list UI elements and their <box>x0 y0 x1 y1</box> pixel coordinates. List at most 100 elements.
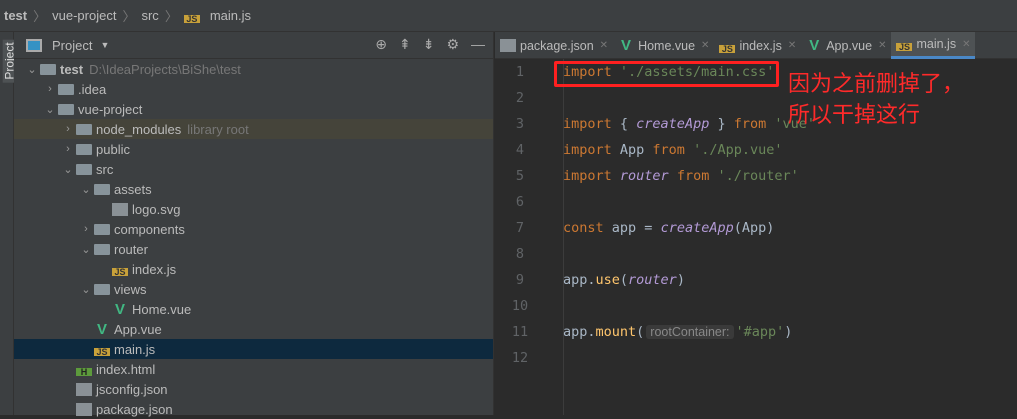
gear-icon[interactable]: ⚙ <box>446 36 459 53</box>
tree-item[interactable]: jsconfig.json <box>14 379 493 399</box>
code-token: ) <box>676 272 685 288</box>
minimize-icon[interactable]: — <box>471 36 485 53</box>
tab-index-js[interactable]: JS index.js ✕ <box>714 32 801 59</box>
tree-item[interactable]: ⌄ views <box>14 279 493 299</box>
project-view-selector[interactable]: Project <box>52 38 92 53</box>
code-line: 9 app.use(router) <box>495 267 1017 293</box>
tree-item-label: vue-project <box>78 101 143 117</box>
chevron-right-icon[interactable]: › <box>42 83 58 95</box>
tree-item[interactable]: logo.svg <box>14 199 493 219</box>
tree-item[interactable]: ⌄ vue-project <box>14 99 493 119</box>
html-file-icon: H <box>76 367 92 377</box>
tree-item-label: node_modules <box>96 121 182 137</box>
tree-item[interactable]: Hindex.html <box>14 359 493 379</box>
tool-window-bar: Project <box>0 32 17 415</box>
chevron-right-icon[interactable]: › <box>78 223 94 235</box>
tree-item-label: test <box>60 61 84 77</box>
project-tree: ⌄ test D:\IdeaProjects\BiShe\test › .idea ⌄ vu… <box>14 59 493 419</box>
tab-app-vue[interactable]: V App.vue ✕ <box>801 32 891 59</box>
tree-item[interactable]: JS main.js <box>14 339 493 359</box>
vue-file-icon: V <box>114 300 125 318</box>
tree-item[interactable]: ⌄ router <box>14 239 493 259</box>
js-file-icon: JS <box>719 44 736 54</box>
code-line: 8 <box>495 241 1017 267</box>
tree-item[interactable]: › node_modules library root <box>14 119 493 139</box>
tab-main-js[interactable]: JS main.js ✕ <box>891 32 976 59</box>
annotation-note: 因为之前删掉了， 所以干掉这行 <box>788 68 1013 130</box>
tree-item-label: views <box>114 281 147 297</box>
code-token: createApp <box>660 220 734 236</box>
code-line: 11 app.mount(rootContainer: '#app') <box>495 319 1017 345</box>
tree-item[interactable]: package.json <box>14 399 493 419</box>
code-text: import App from './App.vue' <box>563 142 782 158</box>
js-file-icon: JS <box>896 42 913 52</box>
editor-tabs: package.json ✕ V Home.vue ✕ JS index.js ✕ V App.v… <box>495 32 1017 59</box>
close-icon[interactable]: ✕ <box>600 40 608 51</box>
close-icon[interactable]: ✕ <box>878 40 886 51</box>
code-token: app = <box>611 220 661 236</box>
folder-icon <box>58 103 74 115</box>
tree-item[interactable]: › components <box>14 219 493 239</box>
tree-item-label: Home.vue <box>132 301 192 317</box>
code-token: App <box>619 142 653 158</box>
code-line: 4 import App from './App.vue' <box>495 137 1017 163</box>
tree-item-label: logo.svg <box>132 201 181 217</box>
tree-item[interactable]: ⌄ assets <box>14 179 493 199</box>
tree-item[interactable]: › .idea <box>14 79 493 99</box>
code-text: app.mount(rootContainer: '#app') <box>563 324 792 340</box>
folder-icon <box>94 183 110 195</box>
tree-item[interactable]: V App.vue <box>14 319 493 339</box>
expand-all-icon[interactable]: ⇞ <box>399 36 411 53</box>
breadcrumb-src[interactable]: src <box>141 8 158 23</box>
line-number: 11 <box>511 324 529 340</box>
code-text: import { createApp } from 'vue' <box>563 116 815 132</box>
close-icon[interactable]: ✕ <box>962 39 970 50</box>
chevron-down-icon[interactable]: ⌄ <box>78 283 94 296</box>
chevron-down-icon[interactable]: ⌄ <box>60 163 76 176</box>
project-panel-header: Project ▼ ⊕ ⇞ ⇟ ⚙ — <box>14 32 493 59</box>
code-token: import <box>563 116 620 132</box>
code-token: './router' <box>717 168 799 184</box>
chevron-right-icon[interactable]: › <box>60 143 76 155</box>
folder-icon <box>94 243 110 255</box>
file-icon <box>76 402 92 416</box>
code-token: use <box>595 272 620 288</box>
code-token: ) <box>784 324 793 340</box>
chevron-right-icon[interactable]: › <box>60 123 76 135</box>
project-view-icon <box>26 38 42 52</box>
chevron-down-icon[interactable]: ▼ <box>100 40 109 50</box>
code-line: 7 const app = createApp(App) <box>495 215 1017 241</box>
code-token: const <box>563 220 612 236</box>
chevron-down-icon[interactable]: ⌄ <box>78 243 94 256</box>
chevron-down-icon[interactable]: ⌄ <box>42 103 58 116</box>
tree-item[interactable]: ⌄ src <box>14 159 493 179</box>
close-icon[interactable]: ✕ <box>788 40 796 51</box>
breadcrumb: test 〉 vue-project 〉 src 〉 JS main.js <box>0 0 1017 32</box>
folder-icon <box>94 283 110 295</box>
tree-item-label: index.html <box>96 361 156 377</box>
code-token: app. <box>563 324 596 340</box>
tab-label: Home.vue <box>638 38 696 53</box>
code-text: import router from './router' <box>563 168 799 184</box>
locate-icon[interactable]: ⊕ <box>375 36 387 53</box>
tab-package-json[interactable]: package.json ✕ <box>495 32 613 59</box>
tab-home-vue[interactable]: V Home.vue ✕ <box>613 32 714 59</box>
tree-item[interactable]: V Home.vue <box>14 299 493 319</box>
close-icon[interactable]: ✕ <box>701 40 709 51</box>
breadcrumb-test[interactable]: test <box>4 8 27 23</box>
tab-label: package.json <box>520 38 594 53</box>
code-text: app.use(router) <box>563 272 685 288</box>
code-token: import <box>563 168 620 184</box>
breadcrumb-main-js[interactable]: main.js <box>210 8 251 23</box>
tree-item[interactable]: JS index.js <box>14 259 493 279</box>
chevron-down-icon[interactable]: ⌄ <box>78 183 94 196</box>
folder-icon <box>94 223 110 235</box>
code-line: 12 <box>495 345 1017 371</box>
tree-item[interactable]: ⌄ test D:\IdeaProjects\BiShe\test <box>14 59 493 79</box>
collapse-all-icon[interactable]: ⇟ <box>423 36 435 53</box>
breadcrumb-vue-project[interactable]: vue-project <box>52 8 116 23</box>
js-file-icon: JS <box>183 14 200 24</box>
tree-item[interactable]: › public <box>14 139 493 159</box>
tree-item-label: App.vue <box>114 321 162 337</box>
chevron-down-icon[interactable]: ⌄ <box>24 63 40 76</box>
